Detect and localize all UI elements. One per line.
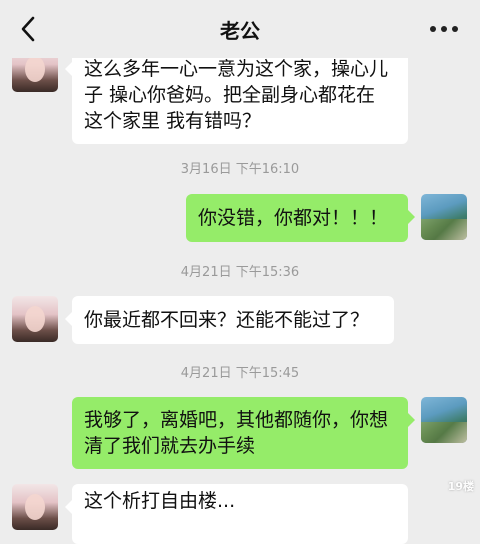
contact-avatar[interactable] [12, 296, 58, 342]
message-text: 你最近都不回来？还能不能过了？ [84, 309, 370, 331]
chat-title: 老公 [220, 19, 260, 43]
message-bubble[interactable]: 这么多年一心一意为这个家，操心儿子 操心你爸妈。把全副身心都花在这个家里 我有错… [65, 46, 408, 144]
watermark-logo: 19楼 [447, 480, 474, 493]
timestamp: 4月21日 下午15:36 [180, 265, 300, 280]
message-text: 这个析打自由楼... [84, 490, 236, 512]
contact-avatar[interactable] [12, 484, 58, 530]
timestamp: 3月16日 下午16:10 [180, 162, 300, 177]
more-dots-icon [430, 26, 436, 32]
message-bubble[interactable]: 这个析打自由楼... [65, 484, 408, 544]
message-bubble[interactable]: 你最近都不回来？还能不能过了？ [65, 296, 394, 344]
more-button[interactable] [430, 26, 458, 34]
my-avatar[interactable] [421, 194, 467, 240]
message-bubble[interactable]: 我够了，离婚吧，其他都随你，你想清了我们就去办手续 [72, 397, 415, 469]
message-text: 我够了，离婚吧，其他都随你，你想清了我们就去办手续 [84, 409, 389, 457]
message-bubble[interactable]: 你没错，你都对！！！ [186, 194, 415, 242]
timestamp: 4月21日 下午15:45 [180, 366, 300, 381]
my-avatar[interactable] [421, 397, 467, 443]
message-text: 这么多年一心一意为这个家，操心儿子 操心你爸妈。把全副身心都花在这个家里 我有错… [84, 58, 389, 132]
chat-header: 老公 [0, 0, 480, 58]
message-text: 你没错，你都对！！！ [198, 207, 389, 229]
